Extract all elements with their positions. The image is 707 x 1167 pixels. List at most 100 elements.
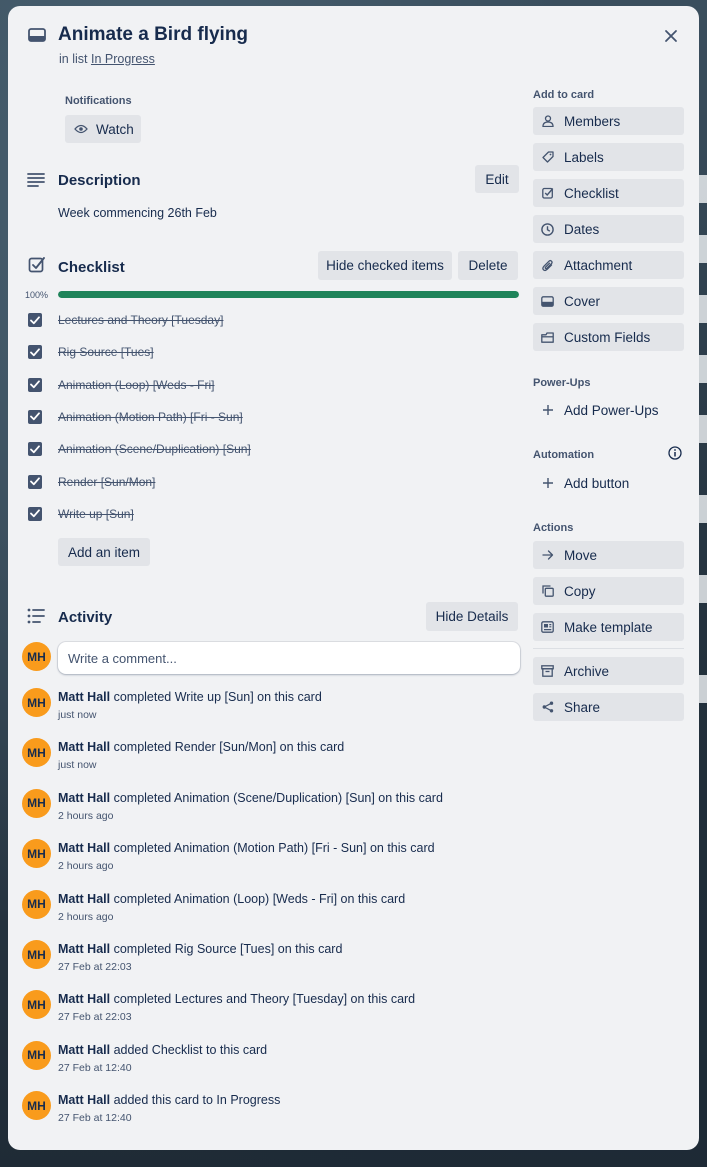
info-icon[interactable]: [668, 446, 682, 460]
activity-timestamp[interactable]: just now: [58, 759, 97, 771]
avatar[interactable]: MH: [22, 738, 51, 768]
checklist-item-text[interactable]: Animation (Motion Path) [Fri - Sun]: [58, 410, 243, 424]
share-icon: [541, 701, 554, 714]
progress-fill: [58, 291, 519, 298]
checkbox[interactable]: [28, 474, 42, 489]
avatar[interactable]: MH: [22, 1091, 51, 1121]
card-title[interactable]: Animate a Bird flying: [58, 24, 248, 46]
add-powerups-button[interactable]: Add Power-Ups: [533, 396, 684, 424]
activity-entry: Matt Hall added Checklist to this card: [58, 1043, 267, 1057]
add-to-card-label: Add to card: [533, 89, 595, 101]
activity-action: completed Rig Source [Tues] on this card: [113, 942, 343, 956]
progress-percent: 100%: [25, 290, 49, 300]
card-detail-modal: Animate a Bird flying in list In Progres…: [8, 6, 699, 1150]
add-button-button[interactable]: Add button: [533, 469, 684, 497]
activity-user[interactable]: Matt Hall: [58, 791, 110, 805]
delete-checklist-button[interactable]: Delete: [458, 251, 518, 280]
activity-user[interactable]: Matt Hall: [58, 740, 110, 754]
avatar[interactable]: MH: [22, 940, 51, 969]
checklist-item[interactable]: Lectures and Theory [Tuesday]: [28, 310, 223, 330]
in-list-prefix: in list: [59, 52, 88, 66]
activity-timestamp[interactable]: 27 Feb at 12:40: [58, 1062, 132, 1074]
hide-details-button[interactable]: Hide Details: [426, 602, 518, 631]
checklist-item[interactable]: Animation (Loop) [Weds - Fri]: [28, 375, 215, 395]
activity-timestamp[interactable]: 2 hours ago: [58, 911, 113, 923]
checklist-item[interactable]: Rig Source [Tues]: [28, 342, 154, 362]
actions-label: Actions: [533, 522, 574, 534]
checklist-item-text[interactable]: Lectures and Theory [Tuesday]: [58, 313, 223, 327]
checklist-item[interactable]: Write up [Sun]: [28, 504, 134, 524]
checkbox[interactable]: [28, 313, 42, 327]
members-button[interactable]: Members: [533, 107, 684, 135]
activity-timestamp[interactable]: just now: [58, 709, 97, 721]
activity-entry: Matt Hall completed Lectures and Theory …: [58, 992, 415, 1006]
activity-timestamp[interactable]: 27 Feb at 22:03: [58, 961, 132, 973]
list-link[interactable]: In Progress: [91, 52, 155, 66]
activity-timestamp[interactable]: 2 hours ago: [58, 860, 113, 872]
activity-action: completed Animation (Motion Path) [Fri -…: [113, 841, 435, 856]
description-text[interactable]: Week commencing 26th Feb: [58, 206, 217, 220]
dates-button[interactable]: Dates: [533, 215, 684, 243]
add-item-button[interactable]: Add an item: [58, 538, 150, 566]
avatar[interactable]: MH: [22, 788, 51, 818]
activity-user[interactable]: Matt Hall: [58, 942, 110, 956]
checklist-button[interactable]: Checklist: [533, 179, 684, 207]
checklist-item-text[interactable]: Render [Sun/Mon]: [58, 475, 155, 489]
activity-user[interactable]: Matt Hall: [58, 992, 110, 1006]
avatar[interactable]: MH: [22, 1040, 51, 1070]
checklist-item-text[interactable]: Animation (Loop) [Weds - Fri]: [58, 378, 215, 392]
activity-icon: [27, 608, 45, 624]
card-icon: [28, 28, 46, 42]
avatar[interactable]: MH: [22, 839, 51, 869]
archive-button[interactable]: Archive: [533, 657, 684, 685]
description-heading: Description: [58, 172, 141, 189]
avatar: MH: [22, 642, 51, 671]
check-icon: [30, 315, 40, 324]
attachment-button[interactable]: Attachment: [533, 251, 684, 279]
arrow-right-icon: [541, 549, 554, 562]
watch-button[interactable]: Watch: [65, 115, 141, 143]
avatar[interactable]: MH: [22, 889, 51, 919]
avatar[interactable]: MH: [22, 990, 51, 1020]
activity-user[interactable]: Matt Hall: [58, 1093, 110, 1107]
activity-timestamp[interactable]: 27 Feb at 12:40: [58, 1112, 132, 1124]
checklist-item[interactable]: Animation (Motion Path) [Fri - Sun]: [28, 407, 243, 427]
activity-user[interactable]: Matt Hall: [58, 690, 110, 704]
activity-timestamp[interactable]: 27 Feb at 22:03: [58, 1011, 132, 1023]
activity-entry: Matt Hall completed Animation (Scene/Dup…: [58, 791, 443, 805]
custom-fields-button[interactable]: Custom Fields: [533, 323, 684, 351]
checkbox[interactable]: [28, 345, 42, 360]
activity-timestamp[interactable]: 2 hours ago: [58, 810, 113, 822]
activity-action: added Checklist to this card: [113, 1042, 268, 1057]
activity-user[interactable]: Matt Hall: [58, 892, 110, 906]
checkbox[interactable]: [28, 442, 42, 457]
checkbox[interactable]: [28, 506, 42, 521]
checklist-item[interactable]: Render [Sun/Mon]: [28, 472, 155, 492]
comment-input[interactable]: Write a comment...: [58, 642, 520, 674]
checklist-item-text[interactable]: Write up [Sun]: [58, 507, 134, 521]
activity-user[interactable]: Matt Hall: [58, 1043, 110, 1057]
checkbox[interactable]: [28, 377, 42, 392]
archive-label: Archive: [564, 663, 610, 679]
sidebar-button-label: Custom Fields: [564, 329, 651, 345]
copy-button[interactable]: Copy: [533, 577, 684, 605]
checkbox[interactable]: [28, 409, 42, 424]
close-button[interactable]: [659, 24, 683, 48]
avatar[interactable]: MH: [22, 688, 51, 717]
hide-checked-items-button[interactable]: Hide checked items: [318, 251, 452, 280]
cover-button[interactable]: Cover: [533, 287, 684, 315]
move-button[interactable]: Move: [533, 541, 684, 569]
labels-button[interactable]: Labels: [533, 143, 684, 171]
checklist-item-text[interactable]: Rig Source [Tues]: [58, 345, 154, 359]
activity-entry: Matt Hall completed Write up [Sun] on th…: [58, 690, 322, 704]
make-template-button[interactable]: Make template: [533, 613, 684, 641]
activity-user[interactable]: Matt Hall: [58, 841, 110, 855]
activity-entry: Matt Hall completed Animation (Loop) [We…: [58, 892, 405, 906]
check-icon: [30, 412, 40, 421]
checklist-item[interactable]: Animation (Scene/Duplication) [Sun]: [28, 439, 251, 459]
checklist-item-text[interactable]: Animation (Scene/Duplication) [Sun]: [58, 442, 251, 456]
automation-label: Automation: [533, 449, 595, 461]
edit-description-button[interactable]: Edit: [475, 165, 519, 193]
share-button[interactable]: Share: [533, 693, 684, 721]
archive-icon: [541, 665, 554, 678]
